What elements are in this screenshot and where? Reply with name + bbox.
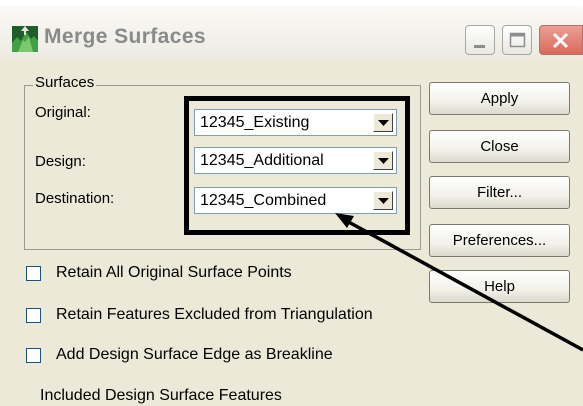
window-title: Merge Surfaces — [44, 25, 207, 48]
help-button[interactable]: Help — [429, 270, 570, 303]
preferences-button[interactable]: Preferences... — [429, 224, 570, 257]
add-edge-breakline-label: Add Design Surface Edge as Breakline — [56, 346, 333, 363]
original-label: Original: — [35, 104, 91, 121]
minimize-button[interactable] — [465, 25, 495, 55]
add-edge-breakline-checkbox[interactable] — [26, 348, 41, 363]
title-bar[interactable]: Merge Surfaces — [0, 6, 583, 58]
minimize-icon — [474, 45, 485, 48]
close-button[interactable]: Close — [429, 130, 570, 163]
design-label: Design: — [35, 153, 86, 170]
terrain-app-icon — [12, 26, 38, 52]
apply-button[interactable]: Apply — [429, 82, 570, 115]
maximize-icon — [509, 32, 526, 48]
close-window-button[interactable] — [539, 25, 583, 55]
surfaces-group-label: Surfaces — [33, 74, 97, 91]
retain-excluded-features-checkbox[interactable] — [26, 308, 41, 323]
destination-label: Destination: — [35, 190, 115, 207]
filter-button[interactable]: Filter... — [429, 176, 570, 209]
merge-surfaces-dialog: Merge Surfaces Surfaces Original: Design… — [0, 6, 583, 406]
close-icon — [552, 32, 569, 49]
retain-excluded-features-label: Retain Features Excluded from Triangulat… — [56, 306, 373, 323]
surfaces-highlight-box — [184, 96, 410, 235]
maximize-button[interactable] — [502, 25, 532, 55]
retain-original-points-label: Retain All Original Surface Points — [56, 264, 292, 281]
retain-original-points-checkbox[interactable] — [26, 266, 41, 281]
included-features-group-label: Included Design Surface Features — [40, 387, 282, 404]
